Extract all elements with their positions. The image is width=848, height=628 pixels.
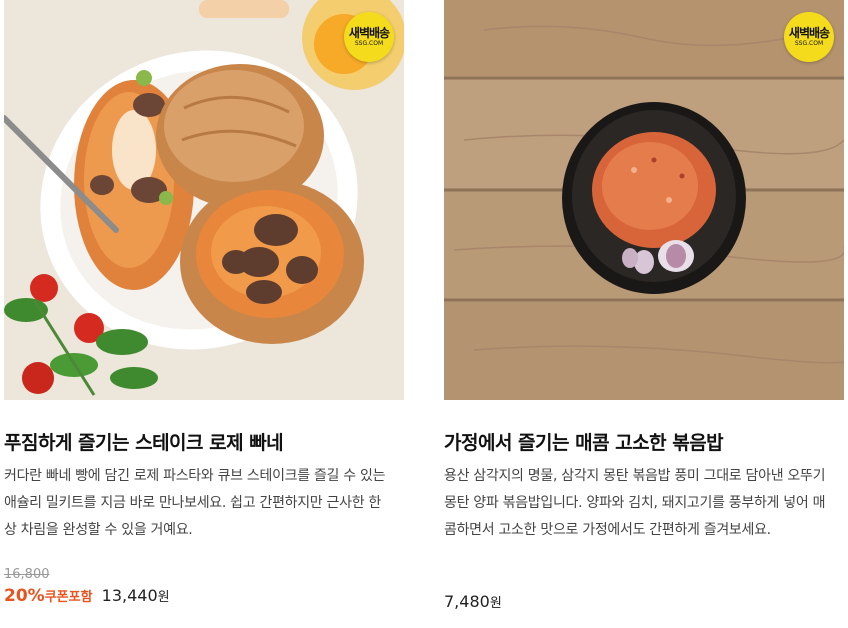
currency-unit: 원	[489, 596, 502, 611]
product-image-fried-rice[interactable]: 새벽배송 SSG.COM	[444, 0, 844, 400]
product-title[interactable]: 가정에서 즐기는 매콤 고소한 볶음밥	[444, 428, 724, 455]
badge-brand: SSG.COM	[354, 40, 384, 47]
badge-brand: SSG.COM	[794, 40, 824, 47]
product-title[interactable]: 푸짐하게 즐기는 스테이크 로제 빠네	[4, 428, 284, 455]
coupon-label: 쿠폰포함	[44, 590, 93, 605]
dawn-delivery-badge: 새벽배송 SSG.COM	[344, 12, 394, 62]
product-description: 용산 삼각지의 명물, 삼각지 몽탄 볶음밥 풍미 그대로 담아낸 오뚜기 몽탄…	[444, 468, 826, 538]
currency-unit: 원	[157, 590, 170, 605]
sale-price: 13,440	[101, 586, 158, 605]
product-card-onion-fried-rice[interactable]: 새벽배송 SSG.COM 가정에서 즐기는 매콤 고소한 볶음밥 용산 삼각지의…	[444, 0, 844, 611]
discount-rate: 20%	[4, 586, 45, 606]
sale-price: 7,480	[444, 592, 490, 611]
rose-pasta-photo	[4, 0, 404, 400]
original-price: 16,800	[4, 567, 50, 582]
product-card-steak-rose-pane[interactable]: 새벽배송 SSG.COM 푸짐하게 즐기는 스테이크 로제 빠네 커다란 빠네 …	[4, 0, 404, 606]
badge-text: 새벽배송	[348, 26, 390, 40]
price-row: 7,480원	[444, 592, 502, 611]
product-image-rose-pasta[interactable]: 새벽배송 SSG.COM	[4, 0, 404, 400]
fried-rice-photo	[444, 0, 844, 400]
badge-text: 새벽배송	[788, 26, 830, 40]
dawn-delivery-badge: 새벽배송 SSG.COM	[784, 12, 834, 62]
price-row: 20%쿠폰포함 13,440원	[4, 586, 170, 606]
product-description: 커다란 빠네 빵에 담긴 로제 파스타와 큐브 스테이크를 즐길 수 있는 애슐…	[4, 468, 386, 538]
